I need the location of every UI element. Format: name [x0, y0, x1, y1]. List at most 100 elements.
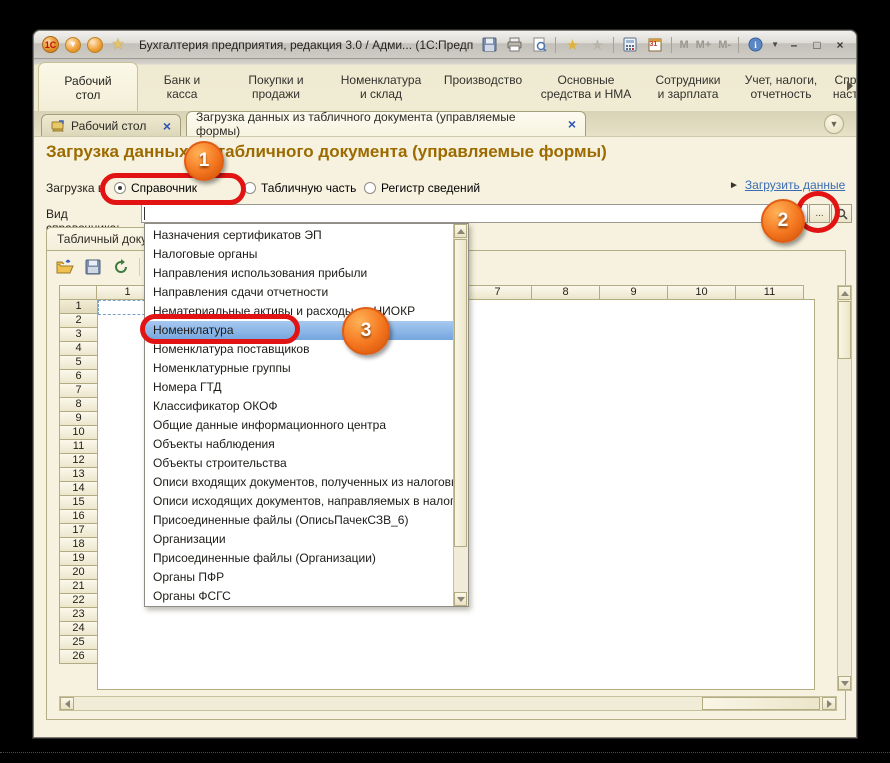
- row-header-1[interactable]: 1: [59, 299, 98, 314]
- grid-corner-cell[interactable]: [59, 285, 98, 300]
- minimize-button[interactable]: –: [786, 38, 802, 52]
- calculator-icon[interactable]: [621, 36, 639, 54]
- main-tab-4[interactable]: Производство: [436, 65, 530, 111]
- main-tab-5[interactable]: Основныесредства и НМА: [530, 65, 642, 111]
- main-menu-dropdown-icon[interactable]: ▼: [65, 37, 81, 53]
- dropdown-item-2[interactable]: Направления использования прибыли: [145, 264, 453, 283]
- memory-add-button[interactable]: M+: [696, 39, 712, 51]
- dropdown-item-0[interactable]: Назначения сертификатов ЭП: [145, 226, 453, 245]
- row-header-19[interactable]: 19: [59, 551, 98, 566]
- row-header-22[interactable]: 22: [59, 593, 98, 608]
- dropdown-item-1[interactable]: Налоговые органы: [145, 245, 453, 264]
- radio-icon[interactable]: [364, 182, 376, 194]
- dropdown-item-14[interactable]: Описи исходящих документов, направляемых…: [145, 492, 453, 511]
- calendar-icon[interactable]: 31: [646, 36, 664, 54]
- scroll-thumb[interactable]: [838, 301, 851, 359]
- column-header-7[interactable]: 7: [463, 285, 532, 300]
- catalog-kind-input[interactable]: [141, 204, 808, 223]
- scroll-thumb[interactable]: [702, 697, 820, 710]
- column-header-9[interactable]: 9: [599, 285, 668, 300]
- dropdown-item-15[interactable]: Присоединенные файлы (ОписьПачекСЗВ_6): [145, 511, 453, 530]
- add-favorite-icon[interactable]: ★: [563, 36, 581, 54]
- column-header-11[interactable]: 11: [735, 285, 804, 300]
- dropdown-item-8[interactable]: Номера ГТД: [145, 378, 453, 397]
- row-header-26[interactable]: 26: [59, 649, 98, 664]
- row-header-2[interactable]: 2: [59, 313, 98, 328]
- row-header-7[interactable]: 7: [59, 383, 98, 398]
- row-header-16[interactable]: 16: [59, 509, 98, 524]
- main-tab-1[interactable]: Банк икасса: [138, 65, 226, 111]
- row-header-13[interactable]: 13: [59, 467, 98, 482]
- close-tab-icon[interactable]: ×: [163, 120, 171, 132]
- memory-recall-button[interactable]: M: [679, 39, 688, 51]
- scroll-thumb[interactable]: [454, 239, 467, 547]
- dropdown-item-16[interactable]: Организации: [145, 530, 453, 549]
- dropdown-item-9[interactable]: Классификатор ОКОФ: [145, 397, 453, 416]
- main-tab-0[interactable]: Рабочийстол: [38, 62, 138, 111]
- dropdown-item-18[interactable]: Органы ПФР: [145, 568, 453, 587]
- info-icon[interactable]: i: [746, 36, 764, 54]
- row-header-4[interactable]: 4: [59, 341, 98, 356]
- main-tab-7[interactable]: Учет, налоги,отчетность: [734, 65, 828, 111]
- row-header-14[interactable]: 14: [59, 481, 98, 496]
- print-preview-icon[interactable]: [530, 36, 548, 54]
- close-tab-icon[interactable]: ×: [568, 118, 576, 130]
- memory-subtract-button[interactable]: M-: [718, 39, 731, 51]
- tab-overflow-button[interactable]: ▼: [824, 114, 844, 134]
- row-header-21[interactable]: 21: [59, 579, 98, 594]
- row-header-5[interactable]: 5: [59, 355, 98, 370]
- main-tab-6[interactable]: Сотрудникии зарплата: [642, 65, 734, 111]
- dropdown-item-10[interactable]: Общие данные информационного центра: [145, 416, 453, 435]
- main-tab-3[interactable]: Номенклатураи склад: [326, 65, 436, 111]
- load-data-link[interactable]: ► Загрузить данные: [729, 178, 845, 192]
- radio-tabular-section[interactable]: Табличную часть: [244, 181, 356, 195]
- maximize-button[interactable]: □: [809, 38, 825, 52]
- sub-tab-load-data[interactable]: Загрузка данных из табличного документа …: [186, 111, 586, 136]
- dropdown-item-11[interactable]: Объекты наблюдения: [145, 435, 453, 454]
- dropdown-item-19[interactable]: Органы ФСГС: [145, 587, 453, 606]
- dropdown-item-3[interactable]: Направления сдачи отчетности: [145, 283, 453, 302]
- row-header-8[interactable]: 8: [59, 397, 98, 412]
- column-header-10[interactable]: 10: [667, 285, 736, 300]
- row-header-9[interactable]: 9: [59, 411, 98, 426]
- scroll-up-button[interactable]: [454, 224, 467, 238]
- grid-vertical-scrollbar[interactable]: [837, 285, 852, 691]
- row-header-25[interactable]: 25: [59, 635, 98, 650]
- row-header-15[interactable]: 15: [59, 495, 98, 510]
- scroll-down-button[interactable]: [454, 592, 467, 606]
- scroll-right-button[interactable]: [822, 697, 836, 710]
- grid-horizontal-scrollbar[interactable]: [59, 696, 837, 711]
- row-header-23[interactable]: 23: [59, 607, 98, 622]
- refresh-icon[interactable]: [111, 258, 130, 277]
- row-header-18[interactable]: 18: [59, 537, 98, 552]
- dropdown-item-13[interactable]: Описи входящих документов, полученных из…: [145, 473, 453, 492]
- service-orb-icon[interactable]: [87, 37, 103, 53]
- save-icon[interactable]: [480, 36, 498, 54]
- close-button[interactable]: ×: [832, 38, 848, 52]
- row-header-10[interactable]: 10: [59, 425, 98, 440]
- row-header-11[interactable]: 11: [59, 439, 98, 454]
- main-tab-2[interactable]: Покупки ипродажи: [226, 65, 326, 111]
- scroll-left-button[interactable]: [60, 697, 74, 710]
- row-header-6[interactable]: 6: [59, 369, 98, 384]
- print-icon[interactable]: [505, 36, 523, 54]
- dropdown-scrollbar[interactable]: [453, 224, 468, 606]
- tab-scroll-right-icon[interactable]: [847, 81, 853, 91]
- row-header-20[interactable]: 20: [59, 565, 98, 580]
- dropdown-item-7[interactable]: Номенклатурные группы: [145, 359, 453, 378]
- radio-information-register[interactable]: Регистр сведений: [364, 181, 480, 195]
- dropdown-item-12[interactable]: Объекты строительства: [145, 454, 453, 473]
- dropdown-item-17[interactable]: Присоединенные файлы (Организации): [145, 549, 453, 568]
- row-header-3[interactable]: 3: [59, 327, 98, 342]
- row-header-24[interactable]: 24: [59, 621, 98, 636]
- favorites-star-icon[interactable]: ★: [109, 36, 127, 54]
- row-header-17[interactable]: 17: [59, 523, 98, 538]
- scroll-up-button[interactable]: [838, 286, 851, 300]
- sub-tab-desktop[interactable]: Рабочий стол ×: [41, 114, 181, 136]
- column-header-8[interactable]: 8: [531, 285, 600, 300]
- row-header-12[interactable]: 12: [59, 453, 98, 468]
- info-dropdown-icon[interactable]: ▼: [771, 40, 779, 49]
- open-file-icon[interactable]: [55, 258, 74, 277]
- scroll-down-button[interactable]: [838, 676, 851, 690]
- save-icon[interactable]: [83, 258, 102, 277]
